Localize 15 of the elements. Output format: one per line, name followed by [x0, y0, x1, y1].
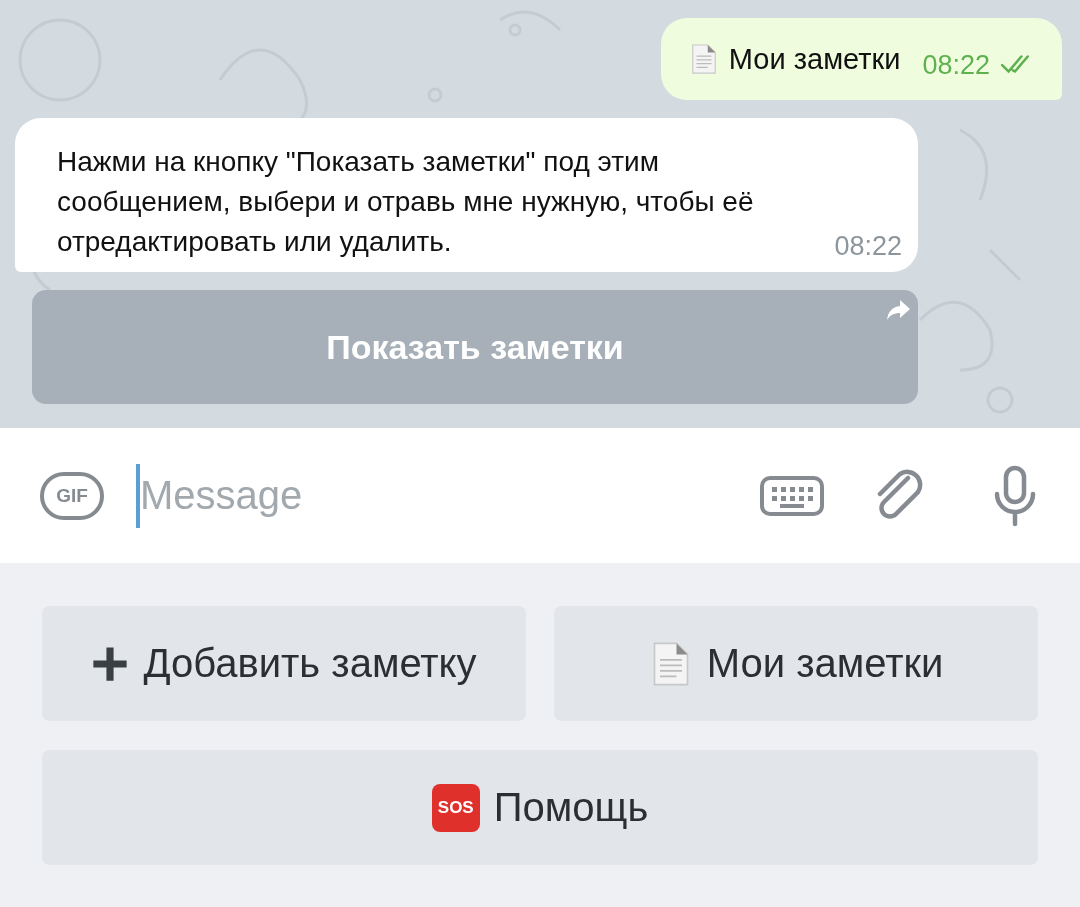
message-text: Мои заметки [728, 42, 901, 76]
share-arrow-icon [886, 298, 912, 322]
keyboard-button[interactable]: Мои заметки [554, 606, 1038, 721]
keyboard-button[interactable]: Добавить заметку [42, 606, 526, 721]
message-field[interactable]: Message [140, 473, 640, 518]
button-label: Мои заметки [706, 641, 944, 686]
message-time: 08:22 [922, 49, 990, 81]
message-time: 08:22 [834, 231, 902, 262]
button-label: Добавить заметку [143, 641, 477, 686]
plus-icon [91, 644, 130, 683]
message-text: Нажми на кнопку "Показать заметки" под этим сообщением, выбери и отравь мне нужную, чтобы её отредактировать или удалить. [57, 145, 755, 259]
keyboard-button[interactable]: SOS Помощь [42, 750, 1038, 865]
text-cursor [136, 463, 140, 528]
sos-icon: SOS [431, 783, 480, 832]
button-label: Помощь [493, 785, 649, 830]
